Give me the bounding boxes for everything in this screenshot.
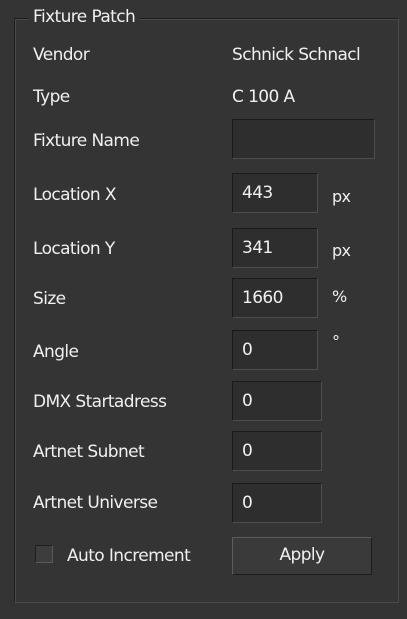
- angle-unit: °: [332, 332, 340, 351]
- artnet-universe-field[interactable]: 0: [232, 483, 322, 523]
- auto-increment-checkbox[interactable]: [35, 545, 53, 563]
- size-unit: %: [332, 287, 347, 306]
- angle-label: Angle: [33, 342, 79, 362]
- type-label: Type: [33, 87, 70, 107]
- fixture-patch-panel: Fixture Patch Vendor Schnick Schnacl Typ…: [0, 0, 407, 619]
- apply-button[interactable]: Apply: [232, 537, 372, 575]
- size-field[interactable]: 1660: [232, 278, 318, 318]
- type-value: C 100 A: [232, 87, 295, 107]
- fixture-patch-groupbox: [14, 18, 399, 603]
- angle-field[interactable]: 0: [232, 330, 318, 370]
- dmx-startadress-label: DMX Startadress: [33, 392, 167, 412]
- artnet-subnet-field[interactable]: 0: [232, 431, 322, 471]
- location-x-field[interactable]: 443: [232, 173, 318, 213]
- vendor-label: Vendor: [33, 45, 90, 65]
- auto-increment-label[interactable]: Auto Increment: [67, 545, 191, 567]
- location-y-field[interactable]: 341: [232, 228, 318, 268]
- location-y-label: Location Y: [33, 239, 115, 259]
- size-label: Size: [33, 289, 66, 309]
- vendor-value: Schnick Schnacl: [232, 45, 361, 65]
- fixture-name-label: Fixture Name: [33, 131, 140, 151]
- artnet-universe-label: Artnet Universe: [33, 493, 158, 513]
- dmx-startadress-field[interactable]: 0: [232, 381, 322, 421]
- location-x-label: Location X: [33, 185, 117, 205]
- group-title: Fixture Patch: [29, 6, 140, 28]
- artnet-subnet-label: Artnet Subnet: [33, 442, 145, 462]
- fixture-name-field[interactable]: [232, 119, 375, 159]
- location-y-unit: px: [332, 241, 351, 260]
- location-x-unit: px: [332, 187, 351, 206]
